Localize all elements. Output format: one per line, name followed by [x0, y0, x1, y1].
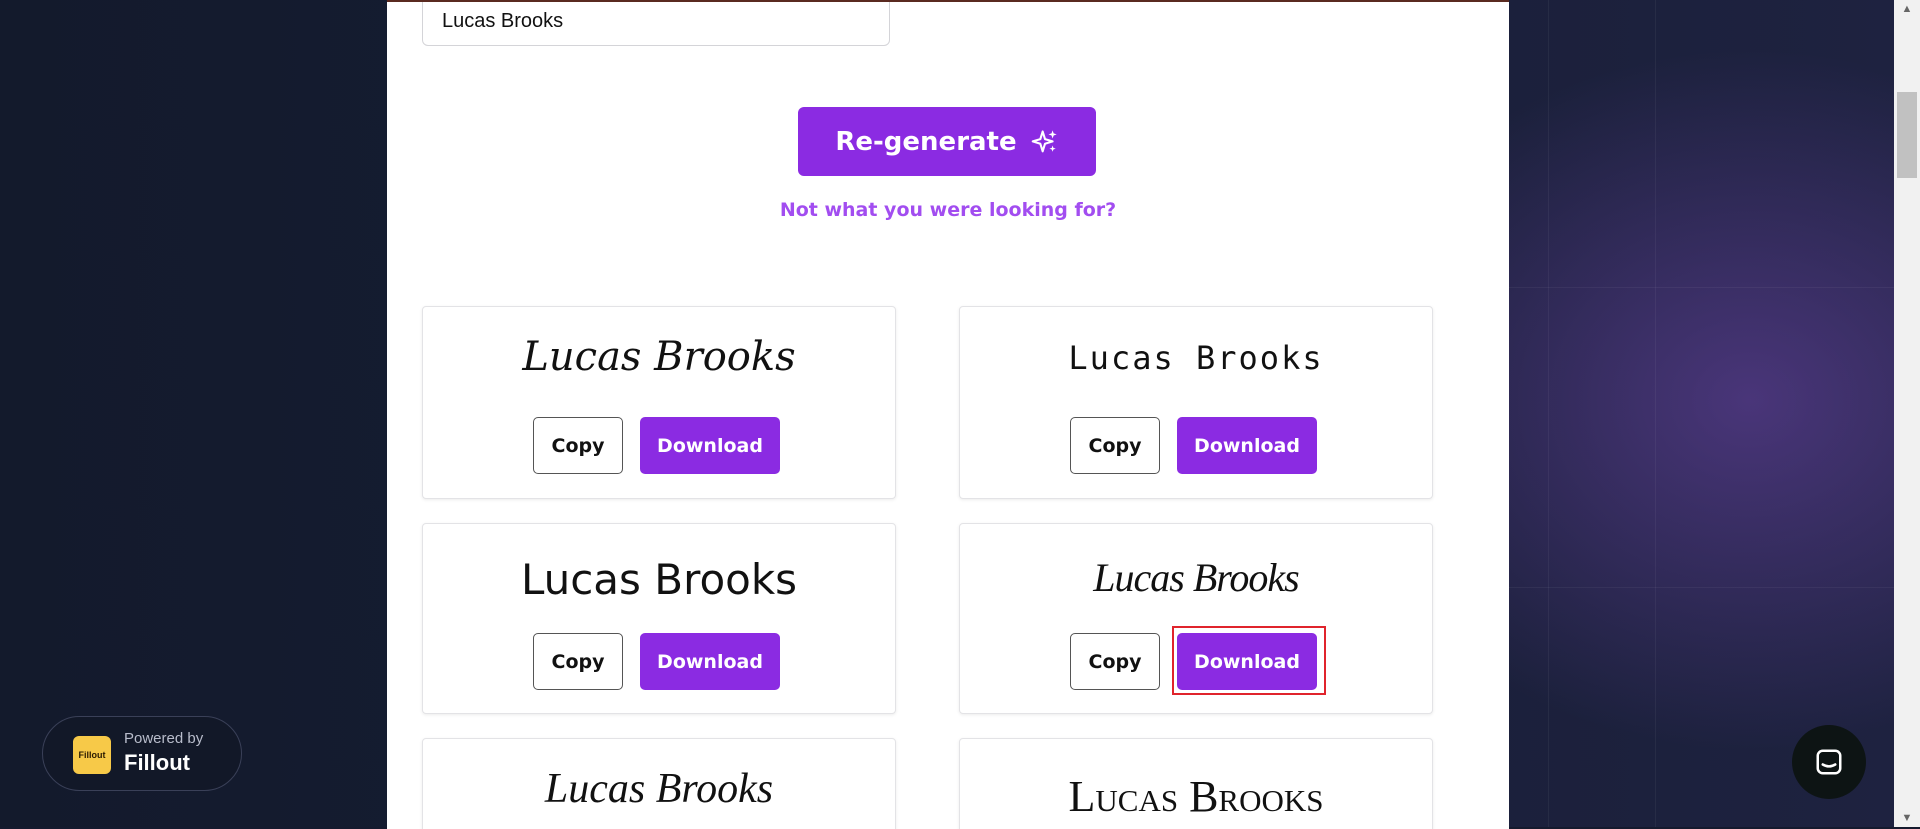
signature-preview: Lucas Brooks — [1068, 772, 1324, 821]
brand-name: Fillout — [124, 750, 190, 775]
signature-preview: Lucas Brooks — [1093, 555, 1299, 600]
powered-by-badge[interactable]: Fillout Powered by Fillout — [42, 716, 242, 791]
scroll-thumb[interactable] — [1897, 92, 1917, 178]
download-button[interactable]: Download — [1177, 633, 1317, 690]
download-button[interactable]: Download — [640, 417, 780, 474]
signature-preview: Lucas Brooks — [522, 334, 796, 380]
signature-preview: Lucas Brooks — [1068, 339, 1324, 377]
grid-line — [1508, 287, 1898, 288]
powered-by-text: Powered by — [124, 730, 204, 747]
grid-line — [1508, 587, 1898, 588]
sparkles-icon — [1031, 129, 1057, 152]
regenerate-button[interactable]: Re-generate — [798, 107, 1096, 176]
copy-button[interactable]: Copy — [533, 417, 623, 474]
name-input[interactable] — [422, 2, 890, 46]
regenerate-label: Re-generate — [835, 126, 1017, 157]
download-button[interactable]: Download — [640, 633, 780, 690]
copy-button[interactable]: Copy — [1070, 633, 1160, 690]
chat-icon — [1816, 749, 1842, 775]
copy-button[interactable]: Copy — [533, 633, 623, 690]
scroll-down-icon[interactable]: ▼ — [1894, 809, 1920, 827]
signature-card: Lucas Brooks Copy Download — [422, 306, 896, 499]
fillout-logo: Fillout — [73, 736, 111, 774]
scrollbar[interactable]: ▲ ▼ — [1894, 0, 1920, 827]
chat-launcher-button[interactable] — [1792, 725, 1866, 799]
signature-preview: Lucas Brooks — [544, 766, 774, 812]
scroll-up-icon[interactable]: ▲ — [1894, 0, 1920, 18]
form-panel: Re-generate Not what you were looking fo… — [387, 0, 1509, 829]
copy-button[interactable]: Copy — [1070, 417, 1160, 474]
grid-line — [1548, 0, 1549, 827]
download-button[interactable]: Download — [1177, 417, 1317, 474]
signature-card: Lucas Brooks Copy Download — [422, 523, 896, 714]
grid-line — [1655, 0, 1656, 827]
not-looking-link[interactable]: Not what you were looking for? — [387, 199, 1509, 221]
signature-preview: Lucas Brooks — [520, 555, 798, 604]
signature-card: Lucas Brooks Copy Download — [959, 523, 1433, 714]
signature-card: Lucas Brooks — [959, 738, 1433, 829]
signature-card: Lucas Brooks Copy Download — [959, 306, 1433, 499]
signature-card: Lucas Brooks — [422, 738, 896, 829]
